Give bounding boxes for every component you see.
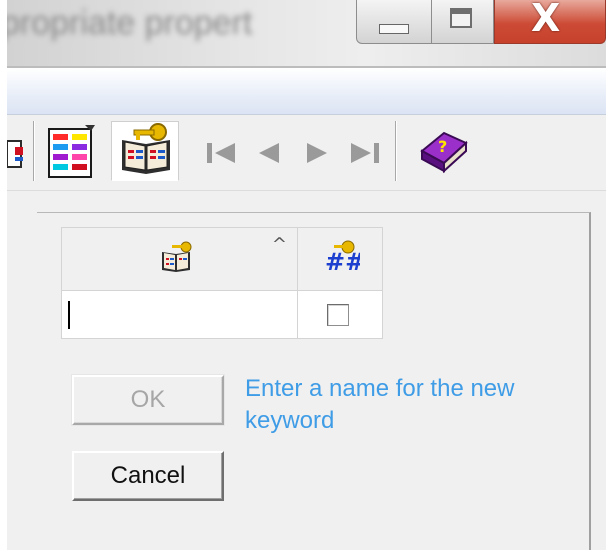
keyword-grid: ^ ##: [61, 227, 383, 339]
svg-text:##: ##: [325, 248, 360, 276]
previous-record-icon[interactable]: [253, 121, 283, 181]
new-keyword-name-cell[interactable]: [61, 291, 297, 339]
title-bar[interactable]: propriate propert X: [7, 0, 606, 66]
maximize-button[interactable]: [432, 0, 494, 44]
keyword-book-icon[interactable]: [111, 121, 179, 181]
new-keyword-check-cell[interactable]: [297, 291, 383, 339]
close-button[interactable]: X: [494, 0, 606, 44]
keyword-checkbox[interactable]: [327, 304, 349, 326]
keyword-name-input[interactable]: [72, 299, 292, 329]
toolbar: ?: [6, 115, 606, 191]
window-title: propriate propert: [7, 4, 253, 42]
ok-button[interactable]: OK: [72, 375, 224, 425]
new-keyword-panel: ^ ## OK Enter a name for the new keyword…: [37, 212, 591, 550]
application-window: propriate propert X ? ^ # OK Enter a nam…: [6, 0, 606, 550]
keyword-name-column-icon: [162, 241, 192, 272]
next-record-icon[interactable]: [303, 121, 333, 181]
color-palette-icon[interactable]: [41, 121, 101, 181]
hint-text: Enter a name for the new keyword: [245, 375, 515, 434]
last-record-icon[interactable]: [347, 121, 383, 181]
minimize-button[interactable]: [356, 0, 432, 44]
partial-toolbar-icon[interactable]: [6, 121, 29, 181]
column-header-keyword-name[interactable]: ^: [61, 227, 297, 291]
toolbar-separator: [395, 121, 397, 181]
help-book-icon[interactable]: ?: [412, 121, 472, 181]
menu-bar[interactable]: [7, 68, 606, 115]
toolbar-separator: [33, 121, 35, 181]
column-header-keyword-id[interactable]: ##: [297, 227, 383, 291]
text-caret: [68, 301, 70, 329]
cancel-button[interactable]: Cancel: [72, 451, 224, 501]
svg-text:?: ?: [438, 137, 447, 156]
keyword-id-column-icon: ##: [325, 240, 360, 276]
first-record-icon[interactable]: [203, 121, 239, 181]
minimize-icon: [379, 24, 409, 34]
sort-ascending-icon: ^: [271, 234, 287, 255]
close-icon: X: [531, 0, 561, 40]
maximize-icon: [450, 8, 472, 28]
